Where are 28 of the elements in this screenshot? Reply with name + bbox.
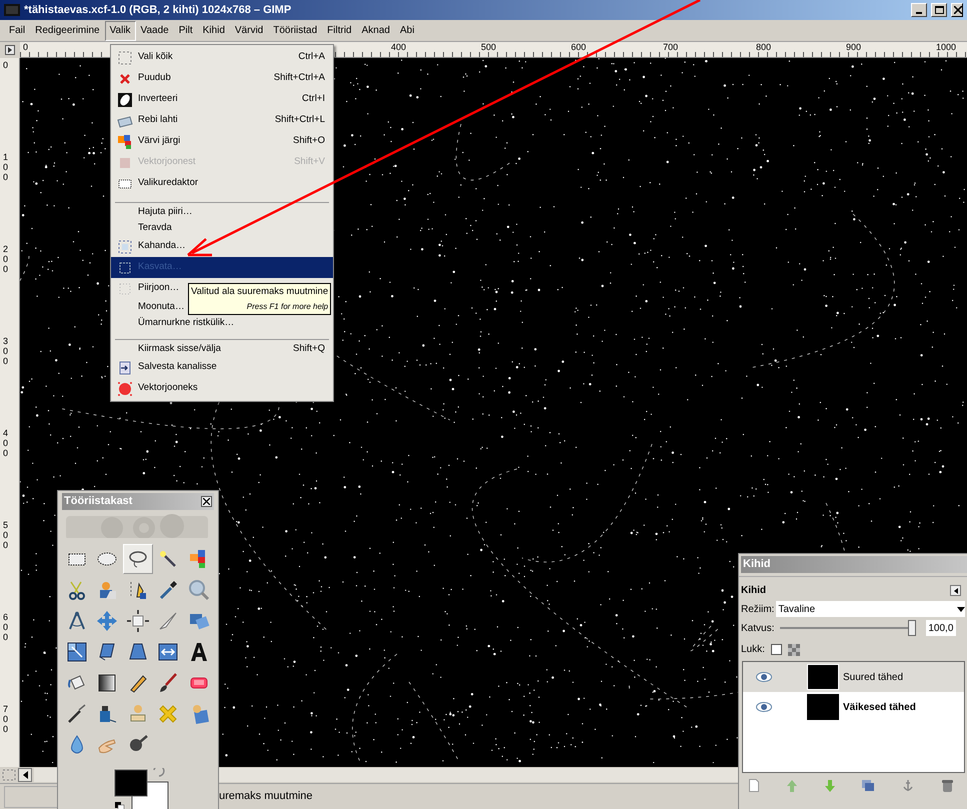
ruler-label: 100: [3, 152, 8, 182]
ruler-label: 700: [3, 704, 8, 734]
mode-label: Režiim:: [741, 602, 774, 616]
ruler-label: 500: [480, 42, 496, 52]
layer-name: Väikesed tähed: [843, 700, 916, 714]
ruler-label: 1000: [935, 42, 956, 52]
lock-label: Lukk:: [741, 643, 765, 657]
ruler-label: 600: [3, 612, 8, 642]
ruler-label: 0: [3, 60, 8, 70]
panel-header: Kihid: [741, 584, 767, 598]
ruler-label: 600: [570, 42, 586, 52]
window-title: *tähistaevas.xcf-1.0 (RGB, 2 kihti) 1024x768 – GIMP: [24, 2, 292, 18]
toolbox-title: Tööriistakast: [64, 494, 134, 509]
ruler-label: 0: [22, 42, 28, 52]
ruler-label: 200: [3, 244, 8, 274]
ruler-label: 500: [3, 520, 8, 550]
ruler-label: 400: [390, 42, 406, 52]
ruler-label: 700: [662, 42, 678, 52]
tooltip-text: Valitud ala suuremaks muutmine: [191, 285, 328, 299]
ruler-label: 900: [845, 42, 862, 52]
opacity-label: Katvus:: [741, 622, 774, 636]
tooltip-hint: Press F1 for more help: [246, 301, 328, 313]
panel-title: Kihid: [743, 557, 770, 572]
ruler-label: 400: [3, 428, 8, 458]
status-message: uremaks muutmine: [219, 789, 313, 804]
layer-name: Suured tähed: [843, 670, 904, 684]
ruler-label: 800: [755, 42, 772, 52]
ruler-label: 300: [3, 336, 8, 366]
